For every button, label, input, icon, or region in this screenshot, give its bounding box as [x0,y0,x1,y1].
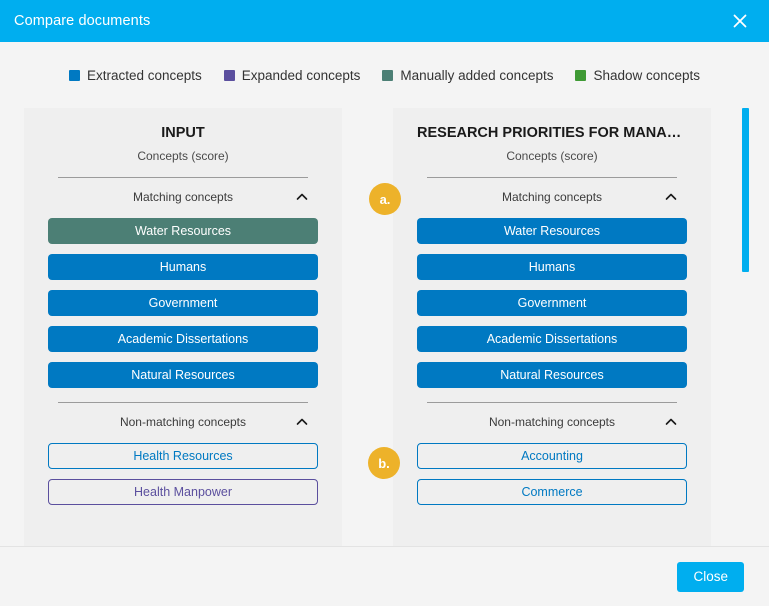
legend-item: Expanded concepts [223,67,361,83]
legend: Extracted concepts Expanded concepts Manua… [0,42,769,108]
concept-section: Non-matching concepts Health Resources Hea… [48,402,318,505]
concept-section: Matching concepts Water Resources Humans Go… [48,177,318,388]
legend-label: Manually added concepts [400,67,554,83]
section-header-toggle[interactable]: Matching concepts [48,178,318,216]
section-header-toggle[interactable]: Non-matching concepts [48,403,318,441]
section-header-toggle[interactable]: Matching concepts [417,178,687,216]
panel-subtitle: Concepts (score) [506,149,598,163]
concept-chip[interactable]: Humans [48,254,318,280]
section-header-label: Non-matching concepts [488,415,616,429]
concept-section: Matching concepts Water Resources Humans Go… [417,177,687,388]
concept-chip-list: Accounting Commerce [417,443,687,505]
concept-chip[interactable]: Academic Dissertations [48,326,318,352]
dialog-title-bar: Compare documents [0,0,769,42]
panel-subtitle: Concepts (score) [137,149,229,163]
legend-swatch-icon [575,69,587,81]
concept-section: Non-matching concepts Accounting Commerce [417,402,687,505]
panel-title: INPUT [161,125,205,141]
concept-chip[interactable]: Accounting [417,443,687,469]
legend-item: Shadow concepts [575,68,700,83]
section-header-label: Matching concepts [132,190,234,204]
section-header-toggle[interactable]: Non-matching concepts [417,403,687,441]
dialog-title: Compare documents [14,13,151,29]
section-header-label: Non-matching concepts [119,415,247,429]
compare-panel: RESEARCH PRIORITIES FOR MANAG… Concepts (… [393,108,711,546]
concept-chip[interactable]: Natural Resources [48,362,318,388]
concept-chip-list: Water Resources Humans Government Academic … [417,218,687,388]
legend-item: Extracted concepts [68,67,202,83]
concept-chip[interactable]: Government [417,290,687,316]
legend-label: Shadow concepts [593,67,701,83]
chevron-up-icon[interactable] [294,189,310,205]
close-button[interactable]: Close [677,561,744,592]
compare-panel: INPUT Concepts (score) Matching concepts Wa… [24,108,342,546]
panel-title: RESEARCH PRIORITIES FOR MANAG… [417,125,687,141]
annotation-marker-b: b. [368,447,400,479]
close-icon[interactable] [727,8,753,34]
legend-swatch-icon [382,69,394,81]
chevron-up-icon[interactable] [663,189,679,205]
concept-chip-list: Water Resources Humans Government Academic … [48,218,318,388]
dialog-footer: Close [0,546,769,606]
compare-area: INPUT Concepts (score) Matching concepts Wa… [0,108,769,546]
concept-chip-list: Health Resources Health Manpower [48,443,318,505]
chevron-up-icon[interactable] [294,414,310,430]
concept-chip[interactable]: Water Resources [417,218,687,244]
legend-swatch-icon [223,69,235,81]
concept-chip[interactable]: Water Resources [48,218,318,244]
annotation-marker-a: a. [369,183,401,215]
concept-chip[interactable]: Humans [417,254,687,280]
legend-label: Extracted concepts [86,67,202,83]
concept-chip[interactable]: Academic Dissertations [417,326,687,352]
scrollbar-thumb[interactable] [742,108,749,272]
concept-chip[interactable]: Commerce [417,479,687,505]
concept-chip[interactable]: Natural Resources [417,362,687,388]
legend-item: Manually added concepts [382,68,553,83]
chevron-up-icon[interactable] [663,414,679,430]
concept-chip[interactable]: Health Resources [48,443,318,469]
concept-chip[interactable]: Government [48,290,318,316]
legend-swatch-icon [68,69,80,81]
legend-label: Expanded concepts [241,67,361,83]
concept-chip[interactable]: Health Manpower [48,479,318,505]
section-header-label: Matching concepts [501,190,603,204]
